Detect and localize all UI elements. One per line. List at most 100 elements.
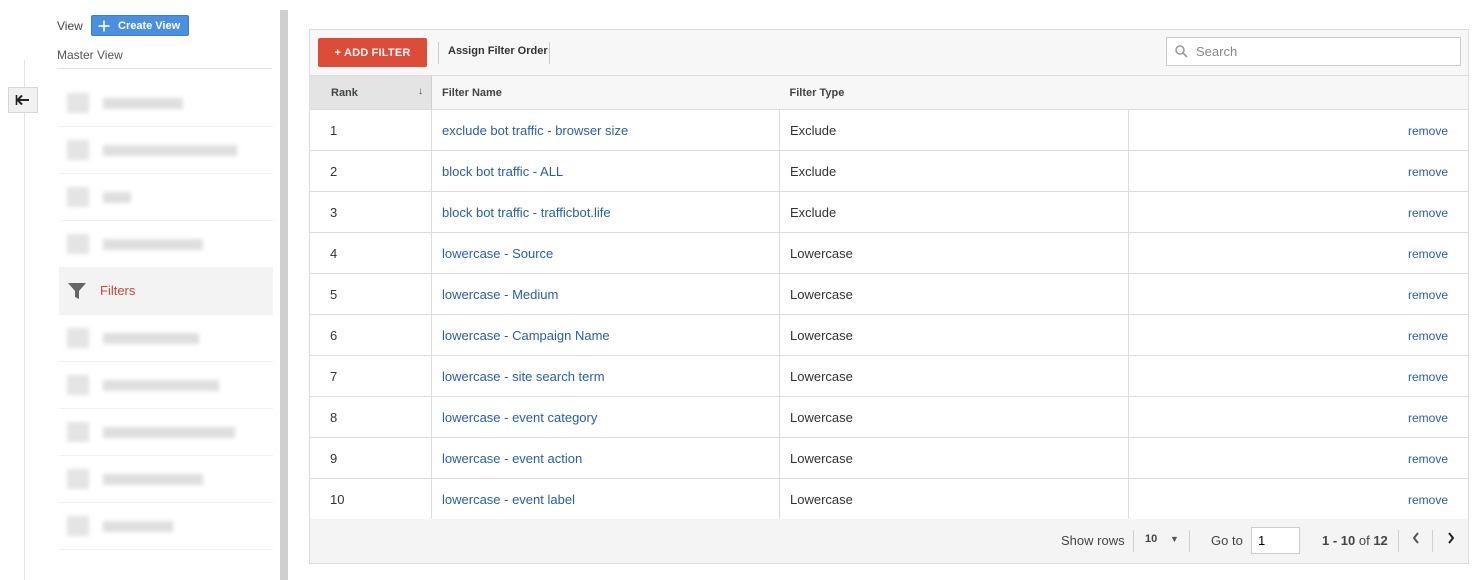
blurred-label [103,239,203,250]
table-header-row: Rank ↓ Filter Name Filter Type [310,76,1468,110]
action-cell: remove [1128,437,1468,479]
remove-link[interactable]: remove [1408,452,1448,466]
filter-name-cell: lowercase - event label [431,478,780,520]
remove-link[interactable]: remove [1408,206,1448,220]
caret-down-icon[interactable]: ▼ [1170,534,1179,544]
rank-cell: 8 [310,396,432,438]
table-row: 8 lowercase - event category Lowercase remo… [310,396,1468,438]
sidebar-item-blurred[interactable] [59,362,273,409]
remove-link[interactable]: remove [1408,165,1448,179]
sidebar-item-filters[interactable]: Filters [59,268,273,315]
remove-link[interactable]: remove [1408,370,1448,384]
rank-header-label: Rank [331,86,358,99]
blurred-label [103,427,235,438]
remove-link[interactable]: remove [1408,411,1448,425]
sidebar-item-blurred[interactable] [59,127,273,174]
sidebar-item-blurred[interactable] [59,174,273,221]
blurred-label [103,145,237,156]
rank-column-header[interactable]: Rank ↓ [310,76,432,110]
filter-name-link[interactable]: lowercase - event category [442,410,597,425]
collapse-sidebar-button[interactable] [8,87,38,113]
pager-divider [1432,530,1433,552]
blurred-label [103,521,173,532]
filter-type-cell: Exclude [779,109,1129,151]
blurred-label [103,474,203,485]
rank-cell: 6 [310,314,432,356]
toolbar-divider [438,42,439,64]
pager-divider [1133,530,1134,552]
filter-name-link[interactable]: lowercase - event label [442,492,575,507]
filter-name-link[interactable]: lowercase - Source [442,246,553,261]
sidebar-resize-handle[interactable] [280,10,288,580]
rank-cell: 5 [310,273,432,315]
sidebar-item-blurred[interactable] [59,409,273,456]
remove-link[interactable]: remove [1408,493,1448,507]
filter-name-link[interactable]: lowercase - Campaign Name [442,328,610,343]
previous-page-button[interactable] [1411,531,1421,548]
blurred-label [103,333,199,344]
pager-divider [1398,530,1399,552]
search-input[interactable] [1194,43,1448,60]
filter-name-column-header[interactable]: Filter Name [431,76,780,110]
sidebar-item-label: Filters [100,283,136,298]
goto-page-input[interactable] [1251,527,1300,554]
filter-type-cell: Exclude [779,191,1129,233]
filter-name-cell: block bot traffic - ALL [431,150,780,192]
sidebar-item-blurred[interactable] [59,80,273,127]
sidebar-item-blurred[interactable] [59,221,273,268]
assign-filter-order-button[interactable]: Assign Filter Order [448,45,548,57]
blurred-icon [67,422,89,442]
remove-link[interactable]: remove [1408,124,1448,138]
filter-name-cell: lowercase - event action [431,437,780,479]
blurred-icon [67,516,89,536]
table-row: 2 block bot traffic - ALL Exclude remove [310,150,1468,192]
action-cell: remove [1128,232,1468,274]
action-cell: remove [1128,396,1468,438]
filters-toolbar: + ADD FILTER Assign Filter Order [310,30,1468,76]
pagination-bar: Show rows 10 ▼ Go to 1 - 10 of 12 [310,519,1468,563]
filter-name-link[interactable]: lowercase - event action [442,451,582,466]
action-cell: remove [1128,478,1468,520]
filter-name-link[interactable]: block bot traffic - ALL [442,164,563,179]
action-cell: remove [1128,150,1468,192]
filter-name-link[interactable]: lowercase - site search term [442,369,605,384]
sidebar-item-blurred[interactable] [59,315,273,362]
master-view-selector[interactable]: Master View [57,48,123,62]
sidebar-item-blurred[interactable] [59,503,273,550]
page-range: 1 - 10 of 12 [1322,533,1388,548]
filter-type-cell: Lowercase [779,232,1129,274]
actions-column-header [1128,76,1468,110]
filter-name-link[interactable]: lowercase - Medium [442,287,558,302]
rows-per-page-select[interactable]: 10 [1145,533,1157,545]
page-range-total: 12 [1373,533,1388,548]
filter-name-cell: exclude bot traffic - browser size [431,109,780,151]
blurred-icon [67,187,89,207]
filter-name-cell: lowercase - event category [431,396,780,438]
next-page-button[interactable] [1446,531,1456,548]
action-cell: remove [1128,109,1468,151]
toolbar-divider [549,42,550,64]
table-row: 1 exclude bot traffic - browser size Exclu… [310,109,1468,151]
plus-icon [98,20,110,31]
filters-panel: + ADD FILTER Assign Filter Order Rank ↓ … [309,29,1469,564]
sidebar-guide-line [24,60,25,580]
search-box[interactable] [1166,37,1461,66]
filter-name-link[interactable]: block bot traffic - trafficbot.life [442,205,611,220]
remove-link[interactable]: remove [1408,247,1448,261]
add-filter-button[interactable]: + ADD FILTER [318,38,427,67]
filter-type-column-header[interactable]: Filter Type [779,76,1129,110]
blurred-label [103,380,219,391]
filter-type-cell: Lowercase [779,314,1129,356]
filter-name-link[interactable]: exclude bot traffic - browser size [442,123,628,138]
create-view-button[interactable]: Create View [91,15,189,36]
filter-type-cell: Lowercase [779,355,1129,397]
filter-type-cell: Lowercase [779,478,1129,520]
remove-link[interactable]: remove [1408,288,1448,302]
search-icon [1175,45,1188,58]
filters-table: Rank ↓ Filter Name Filter Type 1 exclude … [310,76,1468,520]
action-cell: remove [1128,355,1468,397]
remove-link[interactable]: remove [1408,329,1448,343]
filter-name-cell: block bot traffic - trafficbot.life [431,191,780,233]
table-row: 5 lowercase - Medium Lowercase remove [310,273,1468,315]
sidebar-item-blurred[interactable] [59,456,273,503]
